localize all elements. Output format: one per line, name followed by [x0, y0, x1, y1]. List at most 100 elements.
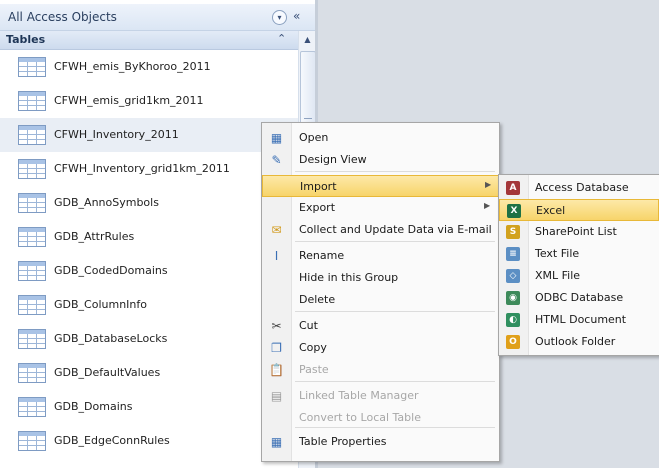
- submenu-arrow-icon: ▶: [485, 180, 492, 189]
- table-icon: [18, 363, 46, 383]
- import-item-label: ODBC Database: [535, 291, 624, 304]
- table-list-item[interactable]: CFWH_Inventory_grid1km_2011: [0, 152, 298, 186]
- table-properties-icon: ▦: [270, 435, 283, 449]
- table-list-item[interactable]: GDB_DefaultValues: [0, 356, 298, 390]
- menu-item-convert-to-local-table: Convert to Local Table: [262, 407, 499, 429]
- menu-item-delete[interactable]: Delete: [262, 289, 499, 311]
- table-name-label: CFWH_Inventory_grid1km_2011: [54, 162, 230, 175]
- collapse-group-icon[interactable]: ⌃: [277, 32, 286, 45]
- linked-table-manager-icon: ▤: [270, 389, 283, 403]
- import-item-xml-file[interactable]: ◇ XML File: [499, 265, 659, 287]
- menu-item-export[interactable]: Export ▶: [262, 197, 499, 219]
- import-item-label: HTML Document: [535, 313, 627, 326]
- menu-item-rename[interactable]: I Rename: [262, 245, 499, 267]
- table-icon: [18, 91, 46, 111]
- menu-item-label: Collect and Update Data via E-mail: [299, 223, 492, 236]
- import-item-html-document[interactable]: ◐ HTML Document: [499, 309, 659, 331]
- table-name-label: CFWH_emis_ByKhoroo_2011: [54, 60, 211, 73]
- table-icon: [18, 431, 46, 451]
- menu-item-label: Table Properties: [299, 435, 387, 448]
- outlook-folder-icon: O: [506, 335, 520, 349]
- table-name-label: GDB_AttrRules: [54, 230, 135, 243]
- menu-separator: [295, 171, 495, 172]
- table-list-item[interactable]: CFWH_Inventory_2011: [0, 118, 298, 152]
- menu-item-label: Design View: [299, 153, 367, 166]
- table-icon: [18, 159, 46, 179]
- nav-pane-title[interactable]: All Access Objects: [8, 10, 117, 24]
- menu-item-label: Delete: [299, 293, 336, 306]
- import-item-label: Outlook Folder: [535, 335, 616, 348]
- odbc-database-icon: ◉: [506, 291, 520, 305]
- menu-item-open[interactable]: ▦ Open: [262, 127, 499, 149]
- text-file-icon: ≡: [506, 247, 520, 261]
- table-icon: [18, 295, 46, 315]
- context-menu: ▦ Open ✎ Design View Import ▶ Export ▶ ✉ Collect …: [261, 122, 500, 462]
- import-item-label: SharePoint List: [535, 225, 617, 238]
- menu-item-copy[interactable]: ❐ Copy: [262, 337, 499, 359]
- paste-icon: 📋: [269, 363, 284, 377]
- menu-item-hide-in-this-group[interactable]: Hide in this Group: [262, 267, 499, 289]
- table-icon: [18, 227, 46, 247]
- table-list-item[interactable]: CFWH_emis_grid1km_2011: [0, 84, 298, 118]
- table-list-item[interactable]: GDB_EdgeConnRules: [0, 424, 298, 458]
- import-item-sharepoint-list[interactable]: S SharePoint List: [499, 221, 659, 243]
- table-icon: [18, 193, 46, 213]
- menu-item-label: Open: [299, 131, 329, 144]
- menu-separator: [295, 311, 495, 312]
- import-item-label: XML File: [535, 269, 581, 282]
- import-item-label: Text File: [535, 247, 580, 260]
- menu-item-label: Import: [300, 180, 337, 193]
- table-name-label: GDB_Domains: [54, 400, 133, 413]
- table-name-label: CFWH_Inventory_2011: [54, 128, 179, 141]
- table-list-item[interactable]: GDB_CodedDomains: [0, 254, 298, 288]
- import-item-access-database[interactable]: A Access Database: [499, 177, 659, 199]
- tables-group-label: Tables: [6, 33, 46, 46]
- scissors-icon: ✂: [271, 319, 282, 333]
- menu-item-label: Convert to Local Table: [299, 411, 421, 424]
- table-icon: [18, 125, 46, 145]
- scroll-up-arrow-icon[interactable]: ▲: [300, 32, 315, 47]
- menu-item-collect-and-update-data-via-e-mail[interactable]: ✉ Collect and Update Data via E-mail: [262, 219, 499, 241]
- table-name-label: CFWH_emis_grid1km_2011: [54, 94, 204, 107]
- xml-file-icon: ◇: [506, 269, 520, 283]
- import-item-label: Excel: [536, 204, 566, 217]
- table-list-item[interactable]: GDB_DatabaseLocks: [0, 322, 298, 356]
- table-name-label: GDB_EdgeConnRules: [54, 434, 170, 447]
- menu-item-import[interactable]: Import ▶: [262, 175, 499, 197]
- table-list-item[interactable]: GDB_AnnoSymbols: [0, 186, 298, 220]
- menu-separator: [295, 241, 495, 242]
- menu-item-label: Linked Table Manager: [299, 389, 419, 402]
- open-table-icon: ▦: [270, 131, 283, 145]
- chevron-down-circle-icon[interactable]: ▾: [272, 10, 287, 25]
- table-name-label: GDB_ColumnInfo: [54, 298, 147, 311]
- nav-pane-header[interactable]: All Access Objects ▾ «: [0, 4, 315, 31]
- copy-icon: ❐: [271, 341, 282, 355]
- table-name-label: GDB_AnnoSymbols: [54, 196, 159, 209]
- menu-item-table-properties[interactable]: ▦ Table Properties: [262, 431, 499, 453]
- menu-item-label: Hide in this Group: [299, 271, 399, 284]
- table-icon: [18, 329, 46, 349]
- excel-icon: X: [507, 204, 521, 218]
- collapse-pane-icon[interactable]: «: [293, 9, 300, 23]
- table-list-item[interactable]: GDB_AttrRules: [0, 220, 298, 254]
- submenu-arrow-icon: ▶: [484, 201, 491, 210]
- import-submenu: A Access Database X Excel S SharePoint List ≡ T…: [498, 174, 659, 356]
- table-list-item[interactable]: CFWH_emis_ByKhoroo_2011: [0, 50, 298, 84]
- import-item-odbc-database[interactable]: ◉ ODBC Database: [499, 287, 659, 309]
- import-item-text-file[interactable]: ≡ Text File: [499, 243, 659, 265]
- html-document-icon: ◐: [506, 313, 520, 327]
- menu-item-cut[interactable]: ✂ Cut: [262, 315, 499, 337]
- table-icon: [18, 397, 46, 417]
- rename-icon: I: [274, 249, 279, 263]
- menu-item-design-view[interactable]: ✎ Design View: [262, 149, 499, 171]
- table-name-label: GDB_DatabaseLocks: [54, 332, 168, 345]
- menu-separator: [295, 381, 495, 382]
- table-list-item[interactable]: GDB_ColumnInfo: [0, 288, 298, 322]
- table-name-label: GDB_DefaultValues: [54, 366, 161, 379]
- menu-item-label: Export: [299, 201, 336, 214]
- table-list-item[interactable]: GDB_Domains: [0, 390, 298, 424]
- import-item-excel[interactable]: X Excel: [499, 199, 659, 221]
- tables-group-header[interactable]: Tables ⌃: [0, 31, 298, 50]
- import-item-outlook-folder[interactable]: O Outlook Folder: [499, 331, 659, 353]
- table-name-label: GDB_CodedDomains: [54, 264, 168, 277]
